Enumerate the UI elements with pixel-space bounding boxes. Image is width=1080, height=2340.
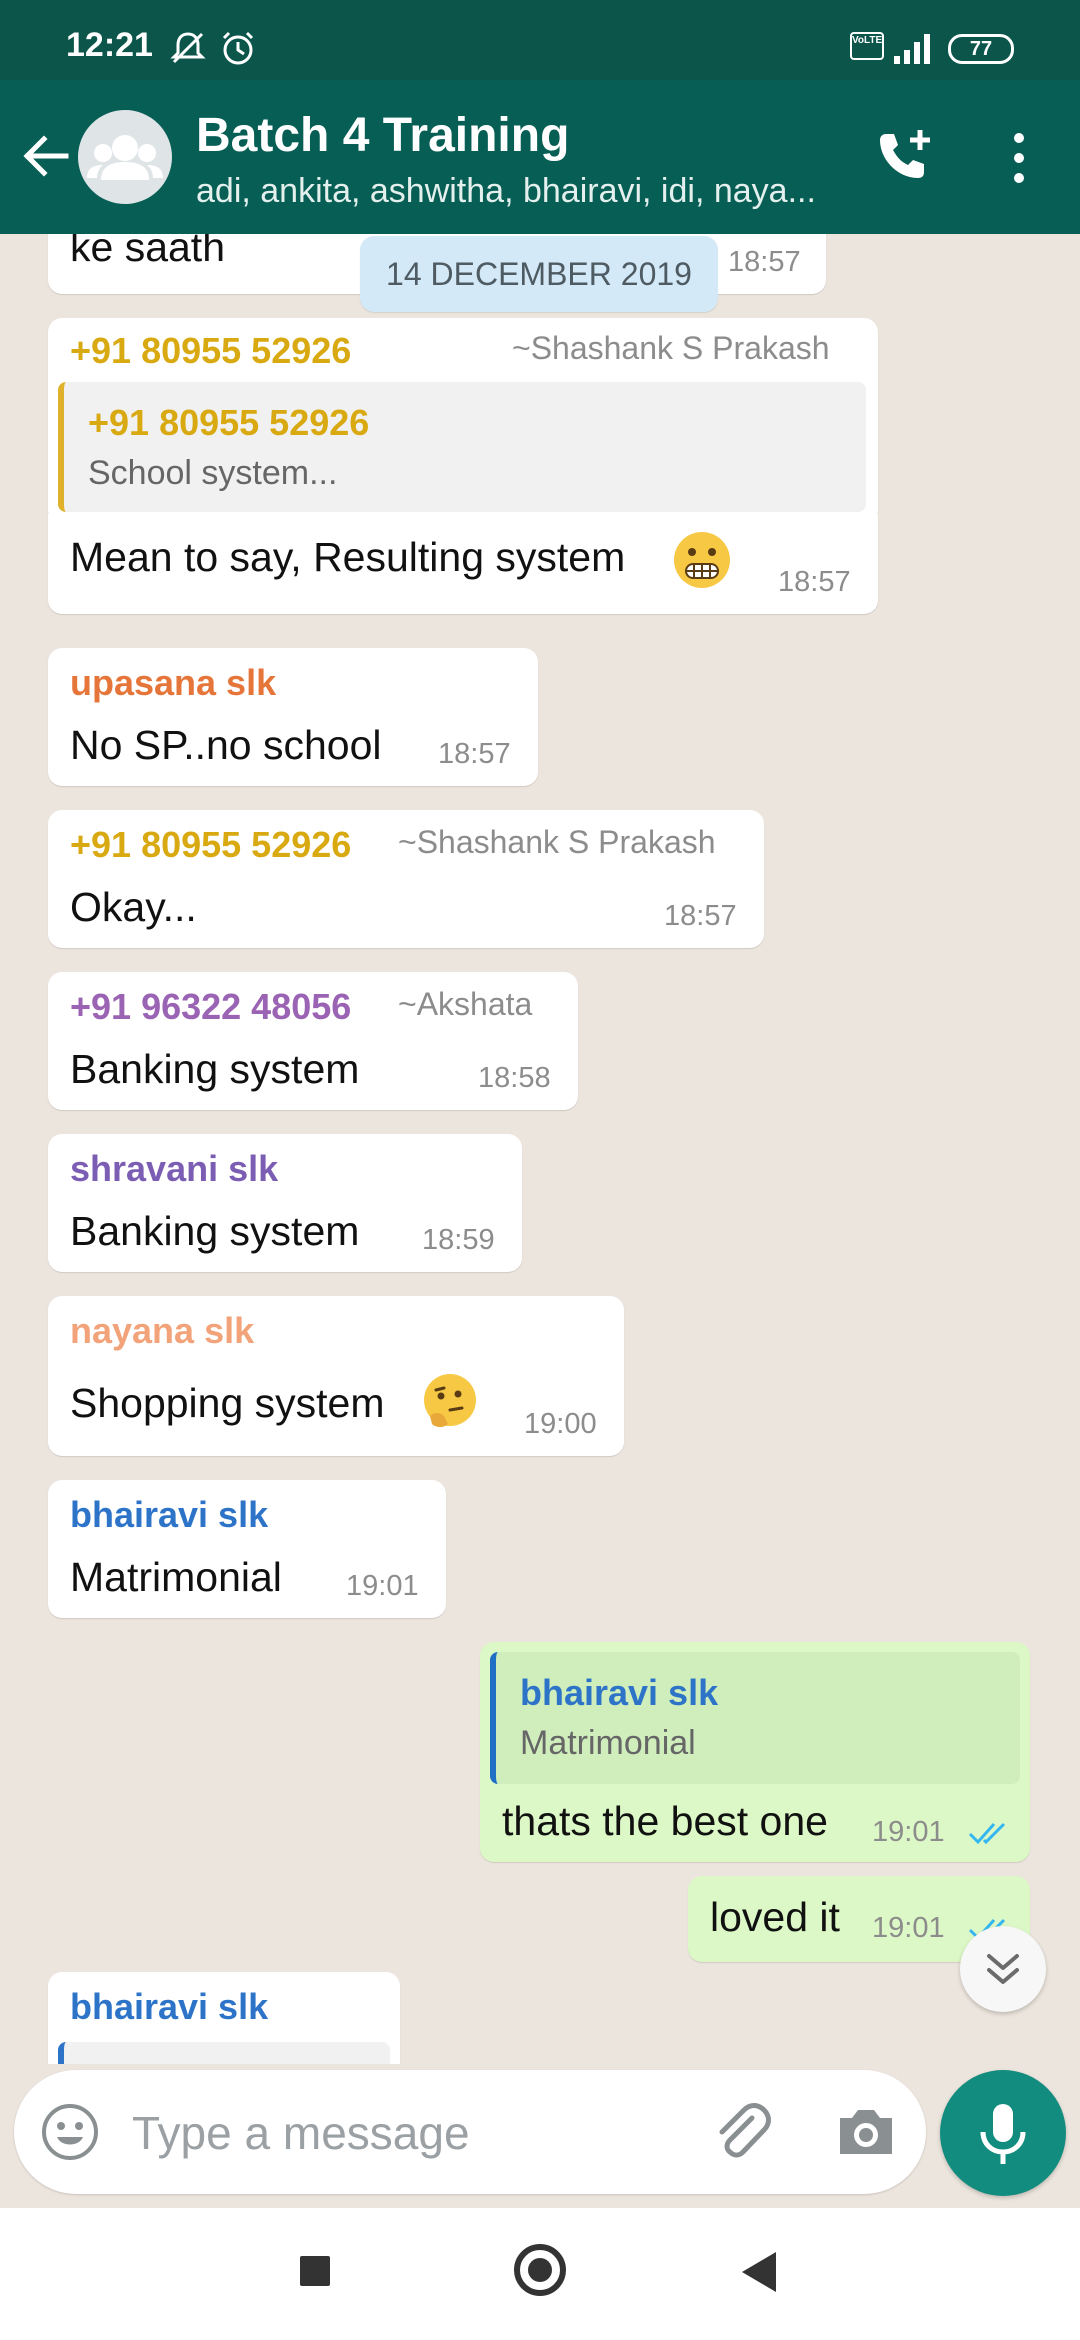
- message-bubble[interactable]: +91 80955 52926 ~Shashank S Prakash Okay…: [48, 810, 764, 948]
- message-bubble[interactable]: bhairavi slk: [48, 1972, 400, 2064]
- sender-name[interactable]: shravani slk: [70, 1148, 278, 1190]
- message-bubble[interactable]: bhairavi slk Matrimonial 19:01: [48, 1480, 446, 1618]
- message-bubble-body[interactable]: Mean to say, Resulting system 18:57: [48, 514, 878, 614]
- sender-name[interactable]: upasana slk: [70, 662, 276, 704]
- sender-alias: ~Shashank S Prakash: [512, 330, 830, 366]
- chat-header: Batch 4 Training adi, ankita, ashwitha, …: [0, 80, 1080, 234]
- add-call-icon[interactable]: [872, 124, 936, 188]
- scroll-to-bottom-button[interactable]: [960, 1926, 1046, 2012]
- back-triangle-icon[interactable]: [742, 2252, 776, 2292]
- sender-name[interactable]: bhairavi slk: [70, 1986, 268, 2028]
- sender-name[interactable]: +91 80955 52926: [70, 330, 351, 372]
- quoted-message[interactable]: bhairavi slk Matrimonial: [490, 1652, 1020, 1784]
- thinking-face-icon: [424, 1374, 476, 1427]
- recents-icon[interactable]: [300, 2256, 330, 2286]
- message-bubble[interactable]: +91 96322 48056 ~Akshata Banking system …: [48, 972, 578, 1110]
- battery-level: 77: [969, 38, 993, 60]
- sender-name[interactable]: nayana slk: [70, 1310, 254, 1352]
- message-bubble[interactable]: nayana slk Shopping system 19:00: [48, 1296, 624, 1456]
- smiley-icon[interactable]: [40, 2102, 100, 2162]
- paperclip-icon[interactable]: [708, 2098, 774, 2164]
- group-avatar-icon[interactable]: [78, 110, 172, 204]
- status-time: 12:21: [66, 26, 153, 64]
- signal-icon: [894, 34, 930, 64]
- camera-icon[interactable]: [834, 2100, 898, 2164]
- sender-alias: ~Akshata: [398, 986, 533, 1022]
- quoted-message[interactable]: [58, 2042, 390, 2064]
- read-receipt-icon: [968, 1822, 1006, 1845]
- message-bubble[interactable]: +91 80955 52926 ~Shashank S Prakash +91 …: [48, 318, 878, 524]
- sender-name[interactable]: bhairavi slk: [70, 1494, 268, 1536]
- quoted-message[interactable]: +91 80955 52926 School system...: [58, 382, 866, 512]
- message-composer[interactable]: Type a message: [14, 2070, 926, 2194]
- more-vert-icon[interactable]: [1004, 128, 1034, 188]
- arrow-left-icon[interactable]: [18, 128, 74, 184]
- battery-icon: 77: [948, 34, 1014, 64]
- sender-alias: ~Shashank S Prakash: [398, 824, 716, 860]
- home-icon[interactable]: [514, 2244, 566, 2296]
- status-bar: 12:21 VoLTE 77: [0, 0, 1080, 80]
- sender-name[interactable]: +91 96322 48056: [70, 986, 351, 1028]
- grimacing-face-icon: [674, 532, 730, 588]
- chat-messages[interactable]: ke saath 18:57 14 DECEMBER 2019 +91 8095…: [0, 234, 1080, 2064]
- message-input[interactable]: Type a message: [132, 2106, 470, 2160]
- voice-message-button[interactable]: [940, 2070, 1066, 2196]
- dnd-bell-icon: [170, 32, 206, 64]
- message-bubble-outgoing[interactable]: bhairavi slk Matrimonial thats the best …: [480, 1642, 1030, 1862]
- alarm-icon: [222, 31, 254, 65]
- sender-name[interactable]: +91 80955 52926: [70, 824, 351, 866]
- date-chip: 14 DECEMBER 2019: [360, 236, 718, 312]
- double-chevron-down-icon: [987, 1954, 1019, 1984]
- system-nav-bar: [0, 2208, 1080, 2340]
- volte-icon: VoLTE: [850, 32, 884, 60]
- message-bubble[interactable]: upasana slk No SP..no school 18:57: [48, 648, 538, 786]
- message-bubble[interactable]: shravani slk Banking system 18:59: [48, 1134, 522, 1272]
- group-title[interactable]: Batch 4 Training: [196, 108, 569, 163]
- microphone-icon: [980, 2104, 1026, 2164]
- group-members[interactable]: adi, ankita, ashwitha, bhairavi, idi, na…: [196, 172, 846, 211]
